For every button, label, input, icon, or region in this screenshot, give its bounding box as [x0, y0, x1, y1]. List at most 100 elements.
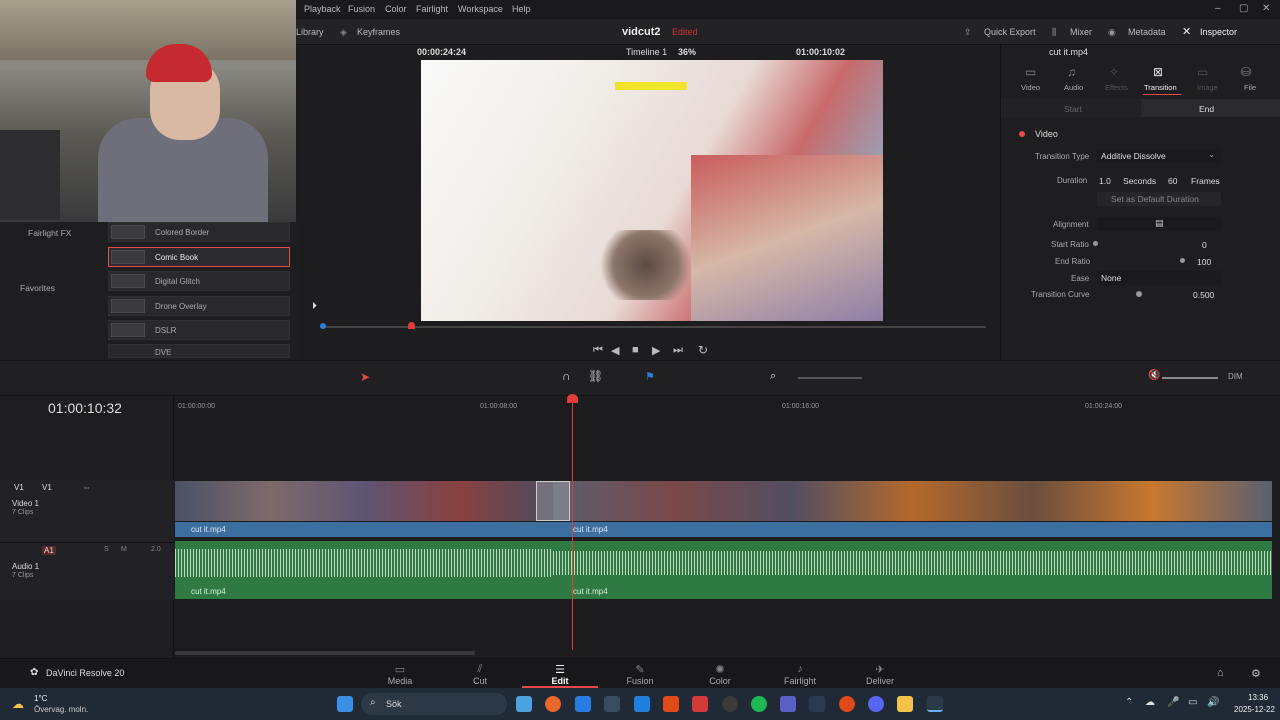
home-icon[interactable]: ⌂: [1217, 667, 1224, 679]
fx-item[interactable]: Colored Border: [108, 222, 290, 242]
video-section-toggle[interactable]: [1019, 131, 1025, 137]
zoom-icon[interactable]: ⌕: [770, 370, 776, 383]
spotify-icon[interactable]: [751, 696, 767, 712]
snapping-icon[interactable]: ∩: [562, 369, 571, 383]
app-icon[interactable]: [692, 696, 708, 712]
tab-audio[interactable]: Audio: [1064, 83, 1083, 92]
firefox-icon[interactable]: [545, 696, 561, 712]
timeline-scrollbar[interactable]: [175, 651, 475, 655]
discord-icon[interactable]: [868, 696, 884, 712]
weather-temp[interactable]: 1°C: [34, 694, 47, 703]
menu-fairlight[interactable]: Fairlight: [416, 4, 448, 14]
mute-button[interactable]: M: [121, 546, 127, 553]
settings-gear-icon[interactable]: ⚙: [1251, 667, 1261, 680]
transition-curve-value[interactable]: 0.500: [1193, 290, 1214, 300]
minimize-button[interactable]: –: [1215, 3, 1221, 14]
display-icon[interactable]: ▭: [1188, 697, 1197, 708]
steam-icon[interactable]: [604, 696, 620, 712]
audio-track-id[interactable]: A1: [42, 546, 56, 555]
app-icon[interactable]: [839, 696, 855, 712]
mute-speaker-icon[interactable]: 🔇: [1148, 370, 1160, 381]
dim-button[interactable]: DIM: [1228, 372, 1243, 381]
fx-item[interactable]: Drone Overlay: [108, 296, 290, 316]
weather-desc[interactable]: Övervag. moln.: [34, 705, 88, 714]
file-explorer-icon[interactable]: [897, 696, 913, 712]
timeline-selector[interactable]: Timeline 1: [626, 47, 667, 57]
start-subtab[interactable]: Start: [1001, 99, 1141, 117]
zoom-slider[interactable]: [798, 377, 862, 379]
in-point-marker[interactable]: [320, 323, 326, 329]
tab-image[interactable]: Image: [1197, 83, 1218, 92]
video-clip[interactable]: [175, 481, 553, 521]
skip-end-icon[interactable]: ⏭: [673, 344, 683, 357]
audio-clip[interactable]: [175, 541, 553, 585]
task-view-icon[interactable]: [516, 696, 532, 712]
flag-icon[interactable]: ⚑: [645, 370, 655, 383]
ease-dropdown[interactable]: None: [1097, 271, 1221, 285]
windows-start-icon[interactable]: [337, 696, 353, 712]
menu-help[interactable]: Help: [512, 4, 531, 14]
page-tab-color[interactable]: Color: [690, 676, 750, 686]
volume-slider[interactable]: [1162, 377, 1218, 379]
zoom-level[interactable]: 36%: [678, 47, 696, 57]
menu-playback[interactable]: Playback: [304, 4, 341, 14]
volume-icon[interactable]: 🔊: [1207, 697, 1219, 708]
network-icon[interactable]: ☁: [1145, 697, 1155, 708]
maximize-button[interactable]: ▢: [1239, 3, 1248, 14]
solo-button[interactable]: S: [104, 546, 109, 553]
transition-block[interactable]: [536, 481, 570, 521]
transition-type-dropdown[interactable]: Additive Dissolve ⌄: [1097, 149, 1221, 163]
menu-color[interactable]: Color: [385, 4, 407, 14]
edge-icon[interactable]: [634, 696, 650, 712]
inspector-button[interactable]: Inspector: [1200, 27, 1237, 37]
start-ratio-value[interactable]: 0: [1202, 240, 1207, 250]
scrubber-playhead[interactable]: [408, 322, 415, 329]
fx-item[interactable]: Digital Glitch: [108, 271, 290, 291]
clock-time[interactable]: 13:36: [1248, 693, 1268, 702]
end-subtab[interactable]: End: [1141, 99, 1280, 117]
app-icon[interactable]: [663, 696, 679, 712]
video-track-icon[interactable]: ⇔: [82, 482, 91, 492]
play-icon[interactable]: ▶: [652, 344, 660, 357]
steam-icon[interactable]: [809, 696, 825, 712]
tab-transition[interactable]: Transition: [1144, 83, 1177, 92]
page-tab-media[interactable]: Media: [370, 676, 430, 686]
video-track-source[interactable]: V1: [42, 483, 52, 492]
app-icon[interactable]: [722, 696, 738, 712]
set-default-duration-button[interactable]: Set as Default Duration: [1097, 192, 1221, 206]
play-marker-icon[interactable]: ⏵: [312, 301, 317, 312]
tab-video[interactable]: Video: [1021, 83, 1040, 92]
stop-icon[interactable]: ■: [632, 344, 639, 356]
end-ratio-value[interactable]: 100: [1197, 257, 1211, 267]
alignment-selector[interactable]: ▤: [1097, 217, 1221, 231]
menu-workspace[interactable]: Workspace: [458, 4, 503, 14]
fx-item-selected[interactable]: Comic Book: [108, 247, 290, 267]
clock-date[interactable]: 2025-12-22: [1234, 705, 1275, 714]
loop-icon[interactable]: ↻: [698, 343, 708, 357]
transition-curve-slider[interactable]: [1136, 291, 1142, 297]
quick-export-button[interactable]: Quick Export: [984, 27, 1036, 37]
app-icon[interactable]: [575, 696, 591, 712]
audio-clip[interactable]: [553, 541, 1272, 585]
page-tab-fusion[interactable]: Fusion: [610, 676, 670, 686]
close-window-button[interactable]: ✕: [1262, 3, 1270, 14]
timeline-playhead[interactable]: [572, 396, 573, 650]
mixer-button[interactable]: Mixer: [1070, 27, 1092, 37]
play-reverse-icon[interactable]: ◀: [611, 344, 619, 357]
tray-chevron-icon[interactable]: ⌃: [1125, 697, 1133, 708]
end-ratio-slider[interactable]: [1180, 258, 1185, 263]
video-clip[interactable]: [553, 481, 1272, 521]
fx-item[interactable]: DVE: [108, 344, 290, 358]
microphone-icon[interactable]: 🎤: [1167, 697, 1179, 708]
tab-file[interactable]: File: [1244, 83, 1256, 92]
link-icon[interactable]: ⛓: [588, 369, 603, 383]
fx-category-fairlight[interactable]: Fairlight FX: [28, 228, 71, 238]
teams-icon[interactable]: [780, 696, 796, 712]
fx-category-favorites[interactable]: Favorites: [20, 283, 55, 293]
metadata-button[interactable]: Metadata: [1128, 27, 1166, 37]
duration-seconds[interactable]: 1.0: [1099, 176, 1111, 186]
page-tab-fairlight[interactable]: Fairlight: [770, 676, 830, 686]
video-track-id[interactable]: V1: [14, 483, 24, 492]
skip-start-icon[interactable]: ⏮: [593, 344, 603, 357]
playhead-handle[interactable]: [567, 394, 578, 403]
